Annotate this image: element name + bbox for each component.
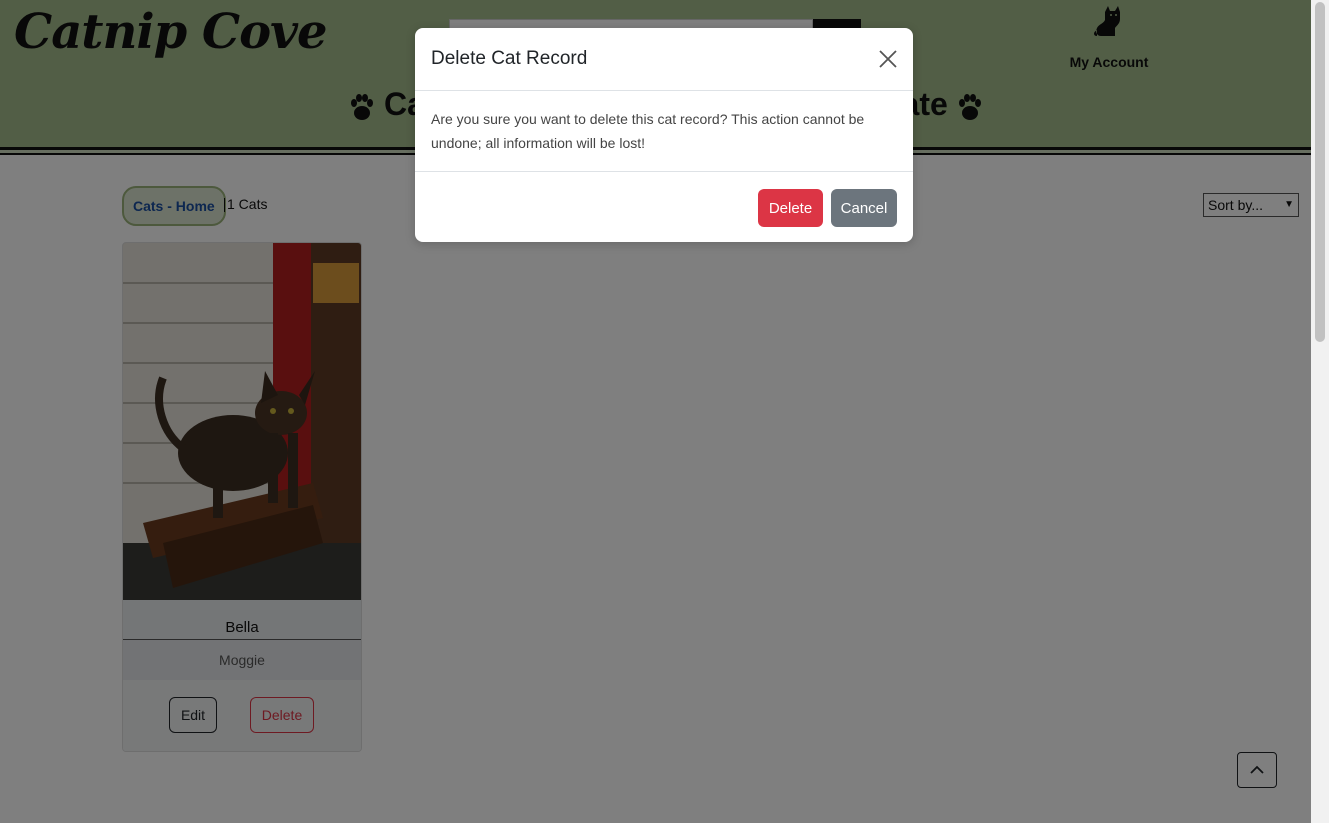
delete-modal: Delete Cat Record Are you sure you want … — [415, 28, 913, 242]
modal-title: Delete Cat Record — [431, 48, 588, 69]
confirm-delete-button[interactable]: Delete — [758, 189, 823, 227]
close-button[interactable] — [879, 50, 897, 68]
close-icon — [879, 50, 897, 68]
modal-header: Delete Cat Record — [415, 28, 913, 91]
scrollbar[interactable] — [1311, 0, 1329, 823]
modal-body: Are you sure you want to delete this cat… — [431, 111, 865, 151]
modal-footer: Delete Cancel — [415, 171, 913, 243]
cancel-button[interactable]: Cancel — [831, 189, 897, 227]
scrollbar-thumb[interactable] — [1315, 2, 1325, 342]
